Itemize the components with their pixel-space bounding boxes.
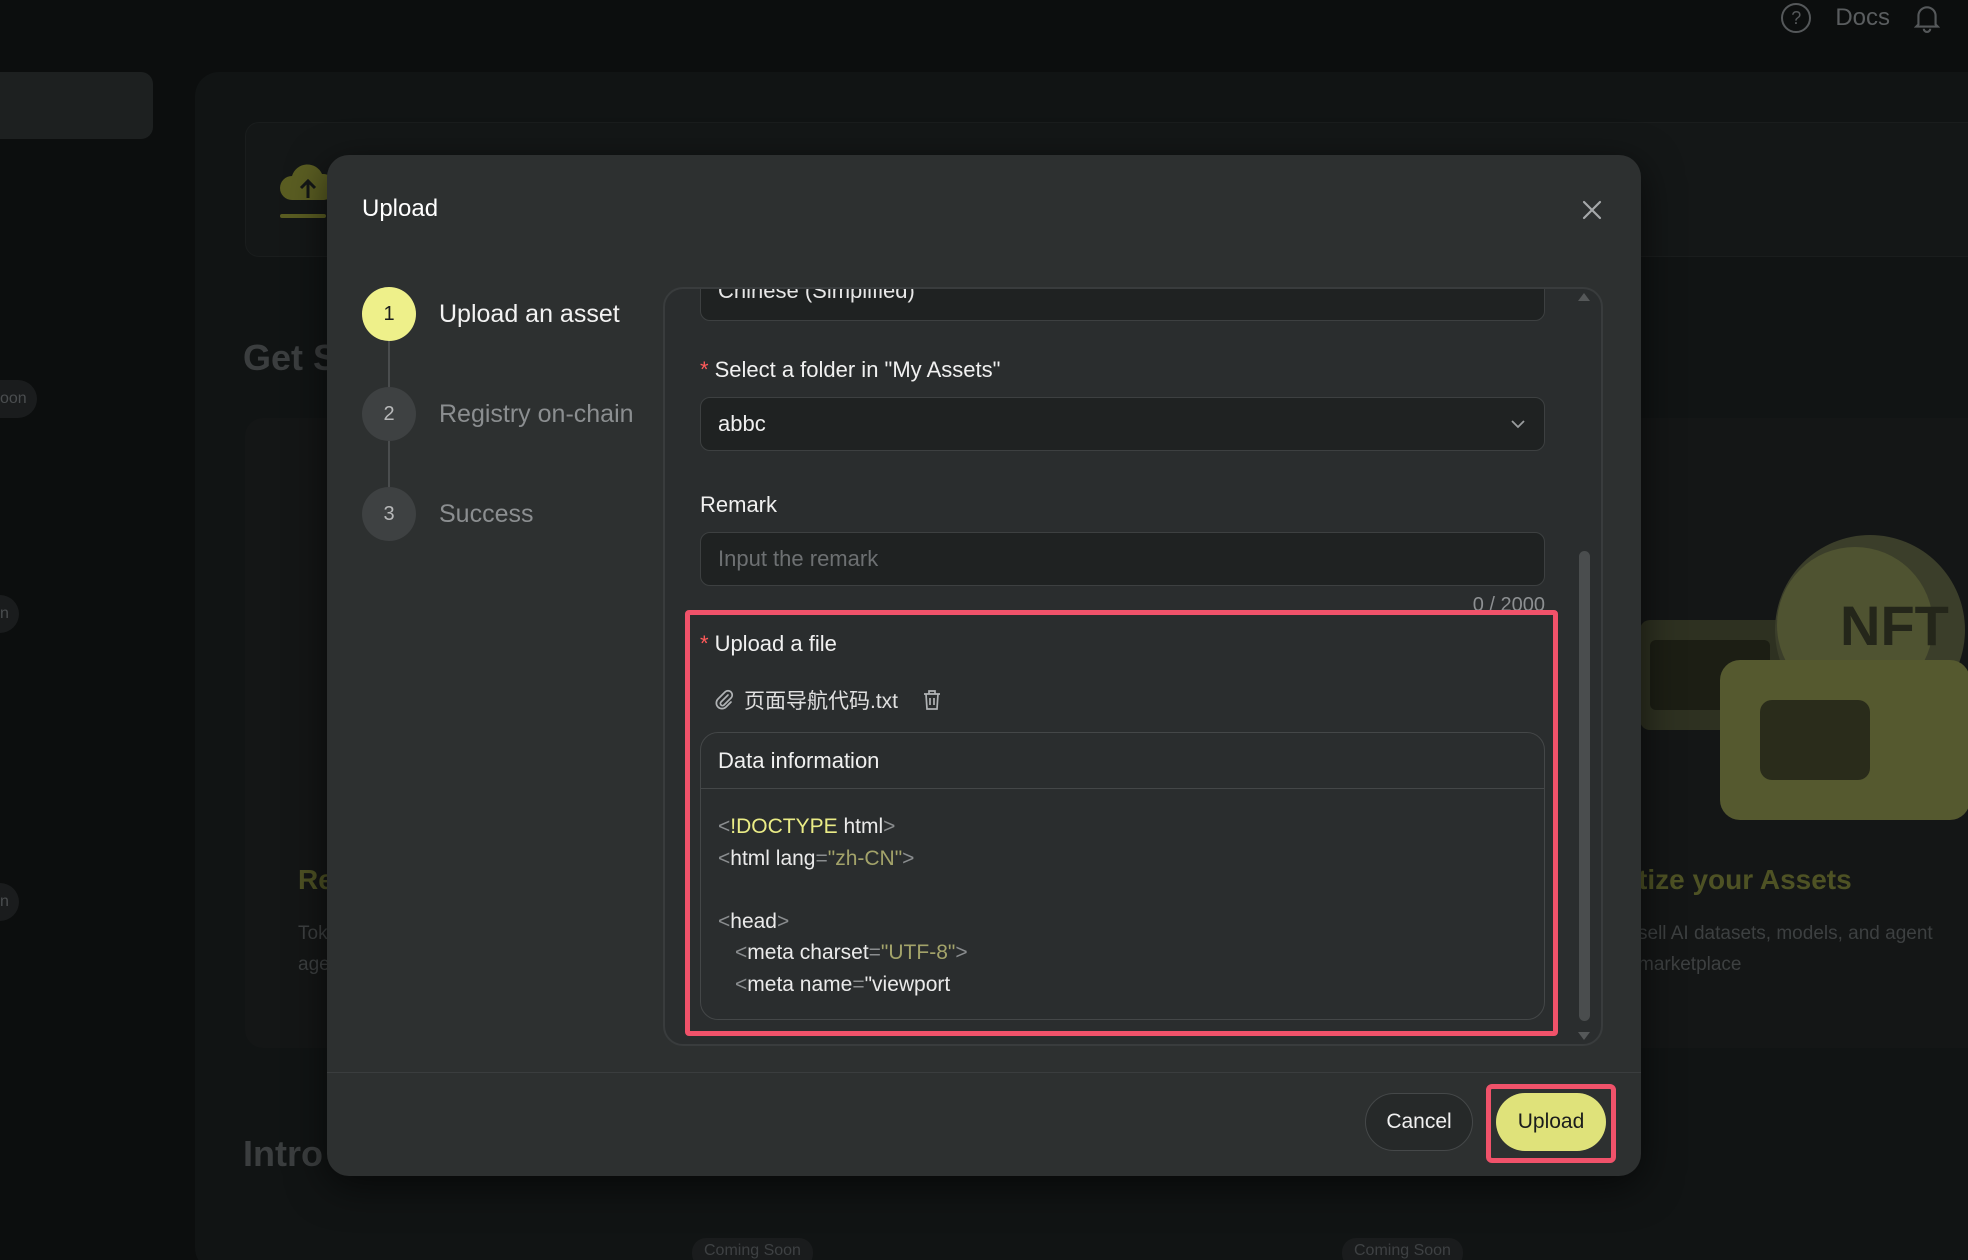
chevron-down-icon	[1511, 420, 1525, 429]
upload-form-panel[interactable]: Chinese (Simplified) * Select a folder in…	[663, 287, 1603, 1046]
step-label: Upload an asset	[439, 300, 620, 328]
code-equals: =	[852, 972, 865, 996]
step-success: 3 Success	[362, 487, 634, 587]
code-bracket: >	[776, 909, 790, 933]
code-bracket: <	[735, 972, 748, 996]
feature-card-desc: sell AI datasets, models, and agent	[1638, 923, 1933, 944]
code-text: meta charset	[747, 941, 869, 964]
step-number: 3	[362, 487, 416, 541]
scroll-down-arrow[interactable]	[1578, 1032, 1590, 1040]
code-bracket: <	[718, 909, 731, 933]
language-select-value: Chinese (Simplified)	[718, 287, 915, 303]
code-equals: =	[868, 941, 881, 964]
code-line: <html lang="zh-CN">	[718, 843, 1544, 875]
step-label: Success	[439, 500, 534, 528]
feature-card-desc: age	[298, 954, 330, 975]
scroll-up-arrow[interactable]	[1578, 293, 1590, 301]
data-information-title: Data information	[701, 733, 1544, 789]
footer-divider	[327, 1072, 1641, 1073]
trash-icon[interactable]	[922, 689, 942, 711]
close-icon[interactable]	[1577, 195, 1607, 225]
code-text: "viewport	[864, 972, 951, 996]
feature-card-desc: Tok	[298, 923, 328, 944]
modal-title: Upload	[362, 195, 439, 222]
code-bracket: >	[902, 846, 915, 870]
code-line: <head>	[718, 906, 1544, 938]
upload-modal: Upload 1 Upload an asset 2 Registry on-c…	[327, 155, 1641, 1176]
required-mark: *	[700, 631, 709, 656]
section-heading: Intro	[243, 1133, 323, 1174]
code-line: <meta charset="UTF-8">	[718, 937, 1544, 969]
code-text: html lang	[730, 846, 816, 870]
code-keyword: !DOCTYPE	[730, 815, 838, 838]
code-bracket: <	[735, 941, 748, 964]
language-select[interactable]: Chinese (Simplified)	[700, 287, 1545, 321]
step-number: 1	[362, 287, 416, 341]
folder-select-value: abbc	[718, 411, 766, 436]
code-line: <meta name="viewport	[718, 969, 1544, 1001]
code-string: "zh-CN"	[827, 846, 903, 870]
code-text: meta name	[747, 972, 853, 996]
feature-card-desc: marketplace	[1638, 954, 1742, 975]
coming-soon-badge: Coming Soon	[692, 1238, 813, 1260]
required-mark: *	[700, 357, 709, 382]
step-label: Registry on-chain	[439, 400, 634, 428]
code-text: head	[730, 909, 777, 933]
upload-button[interactable]: Upload	[1496, 1093, 1606, 1151]
sidebar-tag: oon	[0, 380, 37, 418]
sidebar-active-item[interactable]	[0, 72, 153, 139]
nft-text: NFT	[1840, 594, 1949, 657]
folder-label-text: Select a folder in "My Assets"	[714, 357, 1001, 382]
upload-file-label-text: Upload a file	[714, 631, 837, 656]
remark-input[interactable]	[700, 532, 1545, 586]
step-connector	[388, 341, 390, 387]
code-text: html	[837, 815, 884, 838]
code-string: "UTF-8"	[880, 941, 956, 964]
code-bracket: <	[718, 815, 731, 838]
cancel-button[interactable]: Cancel	[1365, 1093, 1473, 1151]
folder-label: * Select a folder in "My Assets"	[700, 357, 1000, 383]
folder-select[interactable]: abbc	[700, 397, 1545, 451]
remark-counter: 0 / 2000	[1472, 594, 1545, 616]
stepper: 1 Upload an asset 2 Registry on-chain 3 …	[362, 287, 634, 587]
code-line: <!DOCTYPE html>	[718, 811, 1544, 843]
feature-card-title: tize your Assets	[1638, 864, 1852, 895]
coming-soon-badge: Coming Soon	[1342, 1238, 1463, 1260]
docs-link[interactable]: Docs	[1835, 4, 1890, 32]
code-preview: <!DOCTYPE html> <html lang="zh-CN"> <hea…	[701, 789, 1544, 1000]
sidebar-tag: n	[0, 883, 19, 921]
step-connector	[388, 441, 390, 487]
section-heading: Get S	[243, 337, 338, 378]
remark-label: Remark	[700, 492, 778, 517]
scrollbar-thumb[interactable]	[1579, 551, 1590, 1021]
paperclip-icon	[715, 689, 734, 710]
uploaded-file-item: 页面导航代码.txt	[714, 685, 942, 715]
question-circle-icon[interactable]: ?	[1781, 3, 1812, 33]
upload-file-label: * Upload a file	[700, 631, 837, 657]
bell-icon[interactable]	[1914, 3, 1940, 33]
nft-illustration: NFT	[1640, 535, 1968, 820]
top-bar: ? Docs	[1781, 0, 1968, 36]
code-bracket: >	[883, 815, 896, 838]
sidebar-tag: n	[0, 595, 19, 633]
step-upload-asset: 1 Upload an asset	[362, 287, 634, 387]
step-number: 2	[362, 387, 416, 441]
step-registry-on-chain: 2 Registry on-chain	[362, 387, 634, 487]
code-bracket: <	[718, 846, 731, 870]
code-equals: =	[815, 846, 828, 870]
file-name[interactable]: 页面导航代码.txt	[744, 685, 898, 715]
code-bracket: >	[955, 941, 968, 964]
data-information-box: Data information <!DOCTYPE html> <html l…	[700, 732, 1545, 1020]
